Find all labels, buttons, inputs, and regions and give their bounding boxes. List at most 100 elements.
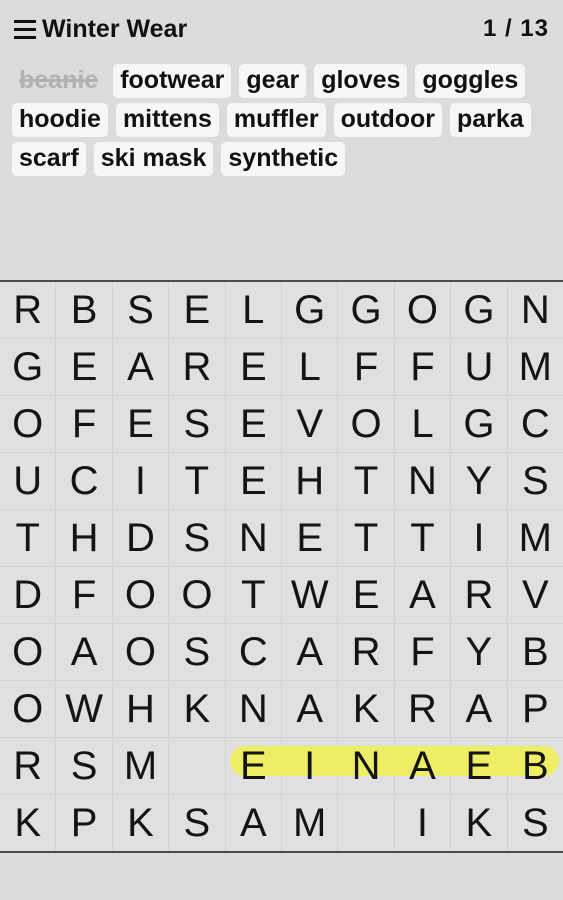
grid-cell[interactable]: I	[451, 510, 507, 566]
grid-cell[interactable]: O	[394, 282, 451, 338]
grid-cell[interactable]: R	[0, 738, 56, 794]
grid-cell[interactable]: K	[338, 681, 394, 737]
word-chip[interactable]: goggles	[415, 64, 526, 98]
grid-cell[interactable]: R	[0, 282, 56, 338]
grid-cell[interactable]: Y	[451, 453, 507, 509]
grid-cell[interactable]: F	[56, 567, 112, 623]
grid-cell[interactable]: P	[56, 795, 112, 851]
grid-cell[interactable]: A	[451, 681, 507, 737]
grid-cell[interactable]: U	[451, 339, 507, 395]
grid-cell[interactable]: B	[506, 738, 563, 794]
word-chip[interactable]: muffler	[226, 103, 326, 137]
word-chip[interactable]: outdoor	[333, 103, 442, 137]
grid-cell[interactable]: U	[0, 453, 56, 509]
grid-cell[interactable]: E	[56, 339, 112, 395]
grid-cell[interactable]: V	[282, 396, 338, 452]
grid-cell[interactable]: T	[0, 510, 56, 566]
grid-cell[interactable]: T	[338, 510, 394, 566]
grid-cell[interactable]: F	[394, 339, 451, 395]
grid-cell[interactable]: N	[337, 738, 396, 794]
grid-cell[interactable]: M	[507, 510, 563, 566]
grid-cell[interactable]: G	[282, 282, 338, 338]
grid-cell[interactable]: A	[393, 738, 452, 794]
grid-cell[interactable]: S	[169, 795, 225, 851]
grid-cell[interactable]: K	[0, 795, 56, 851]
grid-cell[interactable]: A	[225, 795, 281, 851]
grid-cell[interactable]	[338, 795, 394, 851]
grid-cell[interactable]: O	[0, 624, 56, 680]
grid-cell[interactable]: K	[112, 795, 169, 851]
word-chip[interactable]: footwear	[113, 64, 232, 98]
grid-cell[interactable]: M	[112, 738, 169, 794]
grid-cell[interactable]: R	[169, 339, 225, 395]
grid-cell[interactable]: D	[112, 510, 169, 566]
grid-cell[interactable]: C	[56, 453, 112, 509]
grid-cell[interactable]: W	[282, 567, 338, 623]
grid-cell[interactable]: L	[394, 396, 451, 452]
grid-cell[interactable]: A	[282, 681, 338, 737]
grid-cell[interactable]: C	[225, 624, 281, 680]
grid-cell[interactable]: K	[169, 681, 225, 737]
grid-cell[interactable]: R	[394, 681, 451, 737]
word-chip[interactable]: gloves	[314, 64, 408, 98]
grid-cell[interactable]: Y	[451, 624, 507, 680]
word-chip[interactable]: synthetic	[221, 142, 346, 176]
grid-cell[interactable]: T	[225, 567, 281, 623]
grid-cell[interactable]: H	[112, 681, 169, 737]
word-chip[interactable]: parka	[450, 103, 531, 137]
grid-cell[interactable]: F	[394, 624, 451, 680]
word-chip[interactable]: gear	[239, 64, 307, 98]
grid-cell[interactable]: O	[338, 396, 394, 452]
grid-cell[interactable]: I	[112, 453, 169, 509]
grid-cell[interactable]: S	[112, 282, 169, 338]
grid-cell[interactable]: O	[112, 624, 169, 680]
grid-cell[interactable]: A	[56, 624, 112, 680]
grid-cell[interactable]: N	[507, 282, 563, 338]
grid-cell[interactable]: T	[338, 453, 394, 509]
grid-cell[interactable]: N	[225, 681, 281, 737]
grid-cell[interactable]: F	[338, 339, 394, 395]
grid-cell[interactable]: E	[282, 510, 338, 566]
grid-cell[interactable]: A	[282, 624, 338, 680]
grid-cell[interactable]: S	[56, 738, 112, 794]
word-chip[interactable]: beanie	[12, 64, 105, 98]
grid-cell[interactable]: S	[169, 510, 225, 566]
grid-cell[interactable]: E	[169, 282, 225, 338]
grid-cell[interactable]: E	[225, 339, 281, 395]
grid-cell[interactable]: T	[394, 510, 451, 566]
grid-cell[interactable]: N	[394, 453, 451, 509]
word-chip[interactable]: scarf	[12, 142, 86, 176]
grid-cell[interactable]: M	[507, 339, 563, 395]
word-chip[interactable]: mittens	[115, 103, 219, 137]
grid-cell[interactable]: E	[225, 738, 283, 794]
grid-cell[interactable]: G	[451, 282, 507, 338]
grid-cell[interactable]: H	[282, 453, 338, 509]
grid-cell[interactable]: O	[112, 567, 169, 623]
grid-cell[interactable]: N	[225, 510, 281, 566]
grid-cell[interactable]: E	[338, 567, 394, 623]
grid-cell[interactable]: P	[507, 681, 563, 737]
grid-cell[interactable]: L	[225, 282, 281, 338]
grid-cell[interactable]: R	[451, 567, 507, 623]
grid-cell[interactable]: D	[0, 567, 56, 623]
grid-cell[interactable]: W	[56, 681, 112, 737]
word-chip[interactable]: ski mask	[93, 142, 214, 176]
grid-cell[interactable]: K	[451, 795, 507, 851]
hamburger-menu-icon[interactable]	[10, 14, 40, 44]
grid-cell[interactable]: E	[225, 396, 281, 452]
grid-cell[interactable]: H	[56, 510, 112, 566]
grid-cell[interactable]: I	[280, 738, 339, 794]
grid-cell[interactable]: O	[169, 567, 225, 623]
grid-cell[interactable]: F	[56, 396, 112, 452]
grid-cell[interactable]	[169, 738, 225, 794]
grid-cell[interactable]: B	[56, 282, 112, 338]
grid-cell[interactable]: S	[507, 453, 563, 509]
grid-cell[interactable]: E	[450, 738, 509, 794]
grid-cell[interactable]: R	[338, 624, 394, 680]
grid-cell[interactable]: G	[338, 282, 394, 338]
grid-cell[interactable]: C	[507, 396, 563, 452]
grid-cell[interactable]: L	[282, 339, 338, 395]
grid-cell[interactable]: T	[169, 453, 225, 509]
grid-cell[interactable]: S	[507, 795, 563, 851]
grid-cell[interactable]: I	[394, 795, 451, 851]
